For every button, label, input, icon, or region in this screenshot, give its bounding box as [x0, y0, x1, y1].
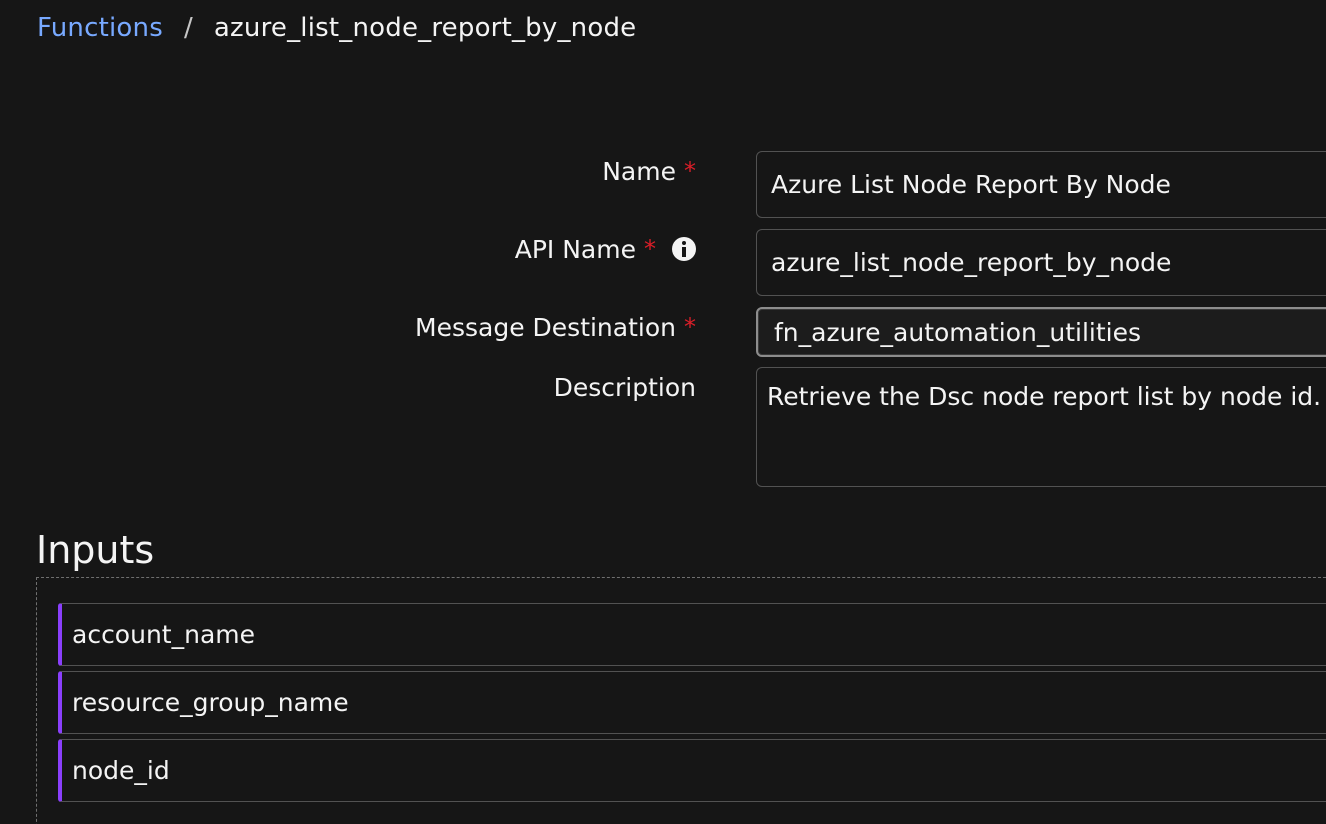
description-textarea[interactable]: Retrieve the Dsc node report list by nod…	[756, 367, 1326, 487]
api-name-label-row: API Name *	[515, 233, 696, 265]
input-item-node-id[interactable]: node_id	[58, 739, 1326, 802]
message-destination-required-mark: *	[684, 313, 696, 341]
api-name-field-value: azure_list_node_report_by_node	[771, 248, 1172, 277]
info-icon[interactable]	[672, 237, 696, 261]
message-destination-label: Message Destination	[415, 312, 676, 342]
message-destination-label-row: Message Destination *	[415, 311, 696, 343]
message-destination-value: fn_azure_automation_utilities	[774, 317, 1142, 347]
name-label-row: Name *	[602, 155, 696, 187]
breadcrumb: Functions / azure_list_node_report_by_no…	[37, 10, 636, 46]
api-name-required-mark: *	[644, 235, 656, 263]
breadcrumb-functions-link[interactable]: Functions	[37, 13, 163, 43]
breadcrumb-current: azure_list_node_report_by_node	[213, 13, 637, 43]
function-detail-page: Functions / azure_list_node_report_by_no…	[0, 0, 1326, 824]
name-field[interactable]: Azure List Node Report By Node	[756, 151, 1326, 218]
input-item-account-name[interactable]: account_name	[58, 603, 1326, 666]
name-field-value: Azure List Node Report By Node	[771, 170, 1171, 199]
input-item-label: resource_group_name	[72, 688, 349, 717]
api-name-label: API Name	[514, 234, 636, 264]
api-name-field[interactable]: azure_list_node_report_by_node	[756, 229, 1326, 296]
description-label-row: Description	[554, 371, 696, 403]
description-value: Retrieve the Dsc node report list by nod…	[767, 382, 1322, 411]
input-item-label: node_id	[72, 756, 170, 785]
inputs-heading: Inputs	[36, 528, 155, 572]
message-destination-select[interactable]: fn_azure_automation_utilities	[756, 307, 1326, 357]
input-item-label: account_name	[72, 620, 255, 649]
name-required-mark: *	[684, 157, 696, 185]
breadcrumb-separator: /	[183, 13, 193, 43]
description-label: Description	[553, 372, 696, 402]
name-label: Name	[602, 156, 676, 186]
input-item-resource-group-name[interactable]: resource_group_name	[58, 671, 1326, 734]
